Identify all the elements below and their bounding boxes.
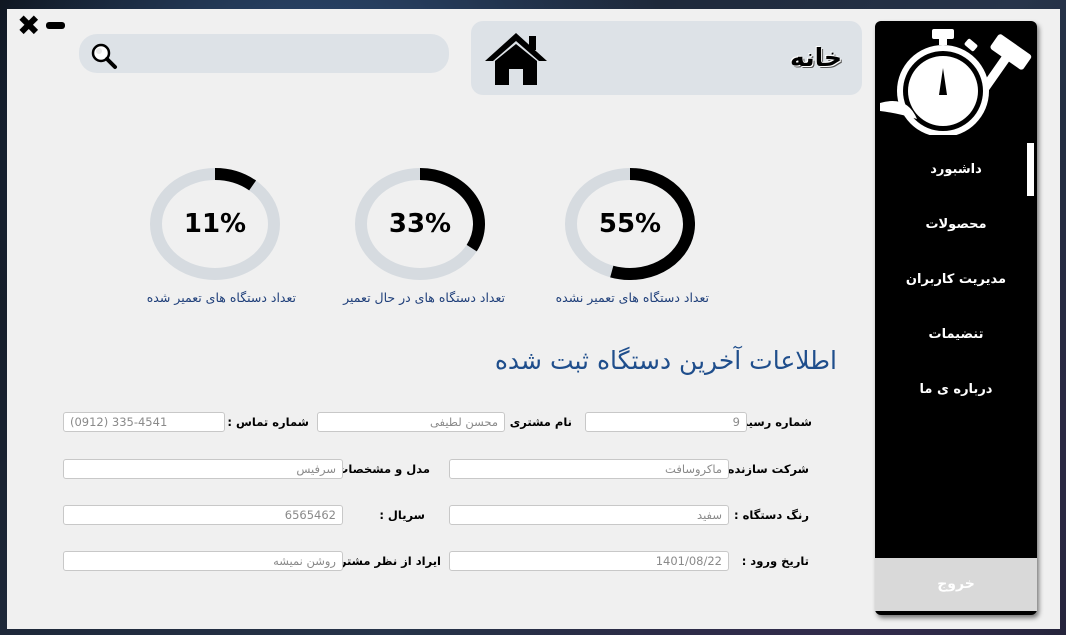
manufacturer-field[interactable]: ماکروسافت (449, 459, 729, 479)
gauge-percent: 33% (388, 209, 452, 239)
color-label: رنگ دستگاه : (733, 508, 809, 522)
section-title: اطلاعات آخرین دستگاه ثبت شده (494, 346, 837, 375)
sidebar-item-dashboard[interactable]: داشبورد (875, 162, 1037, 177)
search-icon[interactable] (90, 42, 118, 74)
phone-label: شماره تماس : (227, 415, 309, 429)
gauge-percent: 55% (598, 209, 662, 239)
logout-button[interactable]: خروج (875, 558, 1037, 611)
stopwatch-hammer-icon (877, 23, 1035, 139)
color-field[interactable]: سفید (449, 505, 729, 525)
phone-field[interactable]: (0912) 335-4541 (63, 412, 225, 432)
serial-label: سریال : (379, 508, 425, 522)
gauge-label-repaired: تعداد دستگاه های تعمیر شده (146, 290, 296, 305)
close-icon[interactable]: ✖ (17, 12, 40, 40)
sidebar-item-about[interactable]: درباره ی ما (875, 382, 1037, 397)
model-field[interactable]: سرفیس (63, 459, 343, 479)
sidebar-item-user-management[interactable]: مدیریت کاربران (875, 272, 1037, 287)
entry-date-label: تاریخ ورود : (741, 554, 809, 568)
minimize-icon[interactable] (46, 22, 65, 29)
page-title: خانه (790, 43, 842, 72)
page-header: خانه (471, 21, 862, 95)
search-bar (79, 34, 449, 73)
home-icon[interactable] (483, 31, 549, 91)
sidebar: داشبورد محصولات مدیریت کاربران تنضیمات د… (875, 21, 1037, 615)
sidebar-item-settings[interactable]: تنضیمات (875, 327, 1037, 342)
gauge-in-repair: 33% (355, 168, 485, 280)
gauge-percent: 11% (183, 209, 247, 239)
gauge-label-in-repair: تعداد دستگاه های در حال تعمیر (343, 290, 505, 305)
entry-date-field[interactable]: 1401/08/22 (449, 551, 729, 571)
manufacturer-label: شرکت سازنده : (719, 462, 809, 476)
sidebar-item-products[interactable]: محصولات (875, 217, 1037, 232)
receipt-no-field[interactable]: 9 (585, 412, 747, 432)
customer-name-label: نام مشتری : (501, 415, 572, 429)
issue-field[interactable]: روشن نمیشه (63, 551, 343, 571)
serial-field[interactable]: 6565462 (63, 505, 343, 525)
customer-name-field[interactable]: محسن لطیفی (317, 412, 505, 432)
gauge-label-not-repaired: تعداد دستگاه های تعمیر نشده (555, 290, 709, 305)
model-label: مدل و مشخصات : (328, 462, 430, 476)
gauge-not-repaired: 55% (565, 168, 695, 280)
app-window: ✖ خانه داشبورد محصولات مدیریت کاربران تن… (7, 9, 1060, 629)
gauge-repaired: 11% (150, 168, 280, 280)
search-input[interactable] (123, 41, 433, 66)
